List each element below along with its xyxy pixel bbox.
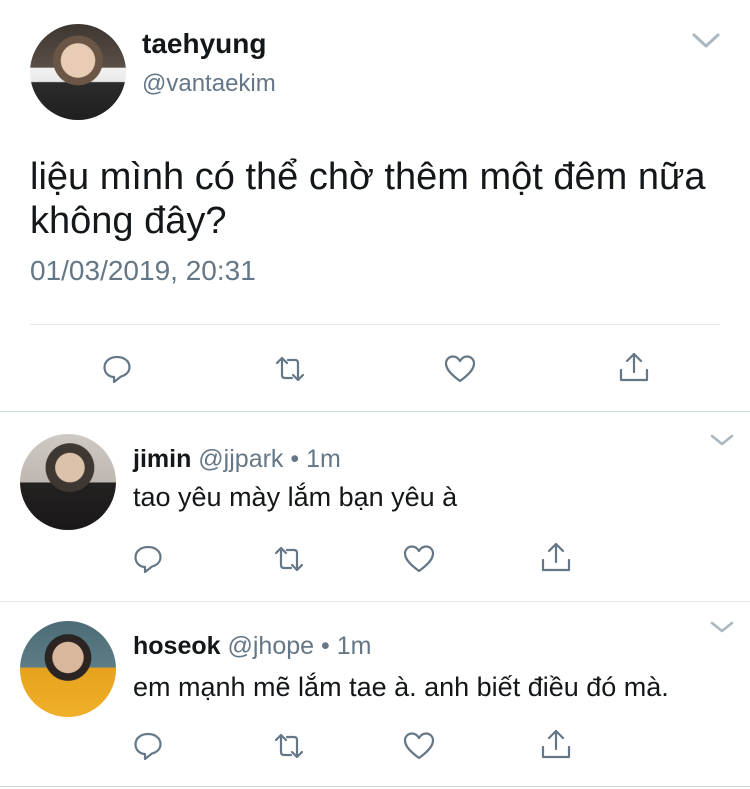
avatar[interactable]	[20, 434, 116, 530]
reply-icon	[134, 732, 162, 761]
retweet-button[interactable]	[273, 352, 307, 386]
chevron-down-icon[interactable]	[708, 430, 736, 450]
retweet-icon	[275, 356, 305, 382]
reply-button[interactable]	[131, 729, 165, 763]
reply-header: hoseok @jhope • 1m	[133, 632, 371, 661]
retweet-button[interactable]	[272, 542, 306, 576]
divider	[0, 411, 750, 412]
reply-header: jimin @jjpark • 1m	[133, 445, 341, 474]
reply-text: tao yêu mày lắm bạn yêu à	[133, 482, 458, 512]
display-name[interactable]: jimin	[133, 445, 191, 473]
reply-icon	[103, 355, 131, 384]
tweet-text: liệu mình có thể chờ thêm một đêm nữa kh…	[30, 156, 706, 242]
display-name[interactable]: hoseok	[133, 632, 221, 660]
user-handle[interactable]: @jhope	[227, 632, 314, 660]
retweet-button[interactable]	[272, 729, 306, 763]
separator: •	[321, 632, 330, 660]
reply-icon	[134, 545, 162, 574]
avatar[interactable]	[30, 24, 126, 120]
avatar[interactable]	[20, 621, 116, 717]
retweet-icon	[274, 546, 304, 572]
user-handle[interactable]: @vantaekim	[142, 70, 276, 98]
share-button[interactable]	[539, 727, 573, 761]
reply-text: em mạnh mẽ lắm tae à. anh biết điều đó m…	[133, 672, 669, 702]
reply-button[interactable]	[131, 542, 165, 576]
tweet-age[interactable]: 1m	[337, 632, 372, 660]
share-icon	[541, 729, 571, 759]
separator: •	[290, 445, 300, 473]
divider	[0, 786, 750, 787]
share-icon	[619, 352, 649, 382]
tweet-timestamp[interactable]: 01/03/2019, 20:31	[30, 255, 256, 287]
chevron-down-icon[interactable]	[708, 617, 736, 637]
tweet-age[interactable]: 1m	[306, 445, 341, 473]
share-icon	[541, 542, 571, 572]
divider	[30, 324, 720, 325]
retweet-icon	[274, 733, 304, 759]
like-button[interactable]	[402, 729, 436, 763]
like-button[interactable]	[402, 542, 436, 576]
user-handle[interactable]: @jjpark	[198, 445, 283, 473]
chevron-down-icon[interactable]	[690, 28, 722, 52]
share-button[interactable]	[617, 350, 651, 384]
heart-icon	[444, 355, 476, 383]
heart-icon	[403, 732, 435, 760]
display-name[interactable]: taehyung	[142, 28, 266, 60]
like-button[interactable]	[443, 352, 477, 386]
heart-icon	[403, 545, 435, 573]
reply-button[interactable]	[100, 352, 134, 386]
share-button[interactable]	[539, 540, 573, 574]
divider	[0, 601, 750, 602]
